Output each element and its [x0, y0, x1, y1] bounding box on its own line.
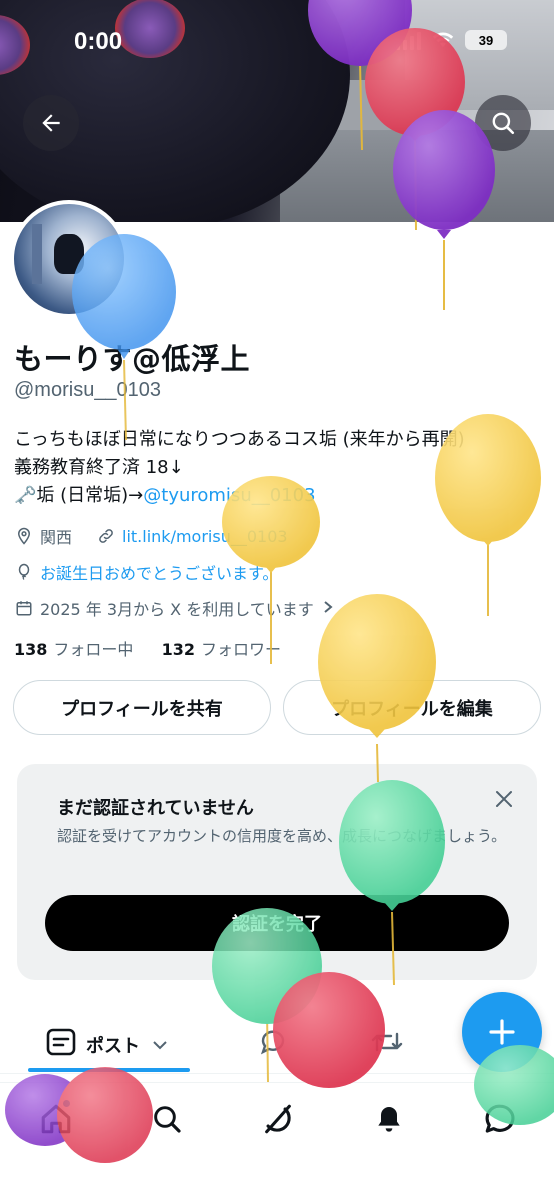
- profile-bio: こっちもほぼ日常になりつつあるコス垢 (来年から再開) 義務教育終了済 18↓ …: [14, 426, 544, 510]
- bio-text: 🗝️垢 (日常垢)→: [14, 485, 144, 506]
- tab-posts[interactable]: ポスト: [46, 1028, 168, 1061]
- chevron-right-icon: [322, 599, 334, 618]
- following-label: フォロー中: [53, 640, 134, 659]
- bottom-nav: [0, 1082, 554, 1200]
- follow-stats: 138 フォロー中 132 フォロワー: [14, 636, 281, 660]
- share-profile-button[interactable]: プロフィールを共有: [13, 680, 271, 735]
- followers-count: 132: [161, 640, 196, 659]
- tab-replies[interactable]: [258, 1028, 288, 1060]
- reply-icon: [260, 1030, 285, 1055]
- status-time: 0:00: [74, 28, 123, 55]
- followers-label: フォロワー: [201, 640, 282, 659]
- verification-title: まだ認証されていません: [57, 798, 254, 819]
- location-pin-icon: [14, 526, 34, 546]
- link-icon: [96, 526, 116, 546]
- avatar-figure: [54, 234, 84, 274]
- profile-name: もーりす@低浮上: [14, 342, 251, 376]
- profile-handle: @morisu__0103: [14, 379, 162, 401]
- grok-icon: [265, 1104, 291, 1134]
- close-icon: [496, 791, 512, 807]
- search-icon: [492, 112, 515, 135]
- nav-search[interactable]: [147, 1099, 187, 1139]
- calendar-icon: [14, 598, 34, 618]
- plus-icon: [489, 1019, 515, 1045]
- chevron-down-icon: [152, 1034, 168, 1055]
- active-tab-indicator: [28, 1068, 190, 1072]
- tab-posts-label: ポスト: [86, 1035, 140, 1057]
- battery-icon: 39: [465, 30, 507, 50]
- following-count: 138: [14, 640, 48, 659]
- status-indicators: 39: [396, 30, 507, 50]
- search-icon: [154, 1106, 181, 1133]
- search-button[interactable]: [475, 95, 531, 151]
- nav-notifications[interactable]: [369, 1099, 409, 1139]
- verification-card: まだ認証されていません 認証を受けてアカウントの信用度を高め、成長につなげましょ…: [17, 764, 537, 980]
- bio-mention-link[interactable]: @tyuromisu__0103: [143, 485, 315, 506]
- avatar-pillar: [32, 224, 42, 284]
- edit-profile-button[interactable]: プロフィールを編集: [283, 680, 541, 735]
- close-button[interactable]: [491, 786, 517, 812]
- message-icon: [485, 1104, 515, 1133]
- compose-button[interactable]: [462, 992, 542, 1072]
- verification-description: 認証を受けてアカウントの信用度を高め、成長につなげましょう。: [57, 827, 507, 845]
- profile-meta-row: お誕生日おめでとうございます。: [14, 560, 278, 584]
- complete-verification-button[interactable]: 認証を完了: [45, 895, 509, 951]
- profile-meta-row: 関西 lit.link/morisu__0103: [14, 524, 288, 548]
- back-arrow-icon: [42, 114, 60, 132]
- repost-icon: [371, 1032, 403, 1052]
- bio-line: 🗝️垢 (日常垢)→@tyuromisu__0103: [14, 482, 544, 510]
- followers-stat[interactable]: 132 フォロワー: [162, 640, 281, 659]
- nav-home[interactable]: [36, 1099, 76, 1139]
- banner-cat-eye: [0, 15, 30, 75]
- following-stat[interactable]: 138 フォロー中: [14, 640, 133, 659]
- balloon-icon: [14, 562, 34, 582]
- bio-line: こっちもほぼ日常になりつつあるコス垢 (来年から再開): [14, 429, 465, 450]
- nav-grok[interactable]: [258, 1099, 298, 1139]
- bell-icon: [378, 1107, 400, 1132]
- profile-meta-row[interactable]: 2025 年 3月から X を利用しています: [14, 596, 334, 620]
- back-button[interactable]: [23, 95, 79, 151]
- nav-messages[interactable]: [480, 1099, 520, 1139]
- banner-building: [405, 0, 554, 110]
- profile-website-link[interactable]: lit.link/morisu__0103: [122, 527, 288, 546]
- banner-cat-eye: [115, 0, 185, 58]
- avatar[interactable]: [10, 200, 128, 318]
- wifi-icon: [432, 32, 454, 47]
- signal-icon: [396, 30, 421, 50]
- bio-line: 義務教育終了済 18↓: [14, 457, 184, 478]
- post-icon: [46, 1028, 76, 1061]
- profile-birthday[interactable]: お誕生日おめでとうございます。: [40, 560, 278, 584]
- home-notification-dot: [62, 1099, 71, 1108]
- profile-location: 関西: [40, 528, 73, 547]
- profile-joined: 2025 年 3月から X を利用しています: [40, 600, 314, 619]
- tab-reposts[interactable]: [370, 1028, 404, 1060]
